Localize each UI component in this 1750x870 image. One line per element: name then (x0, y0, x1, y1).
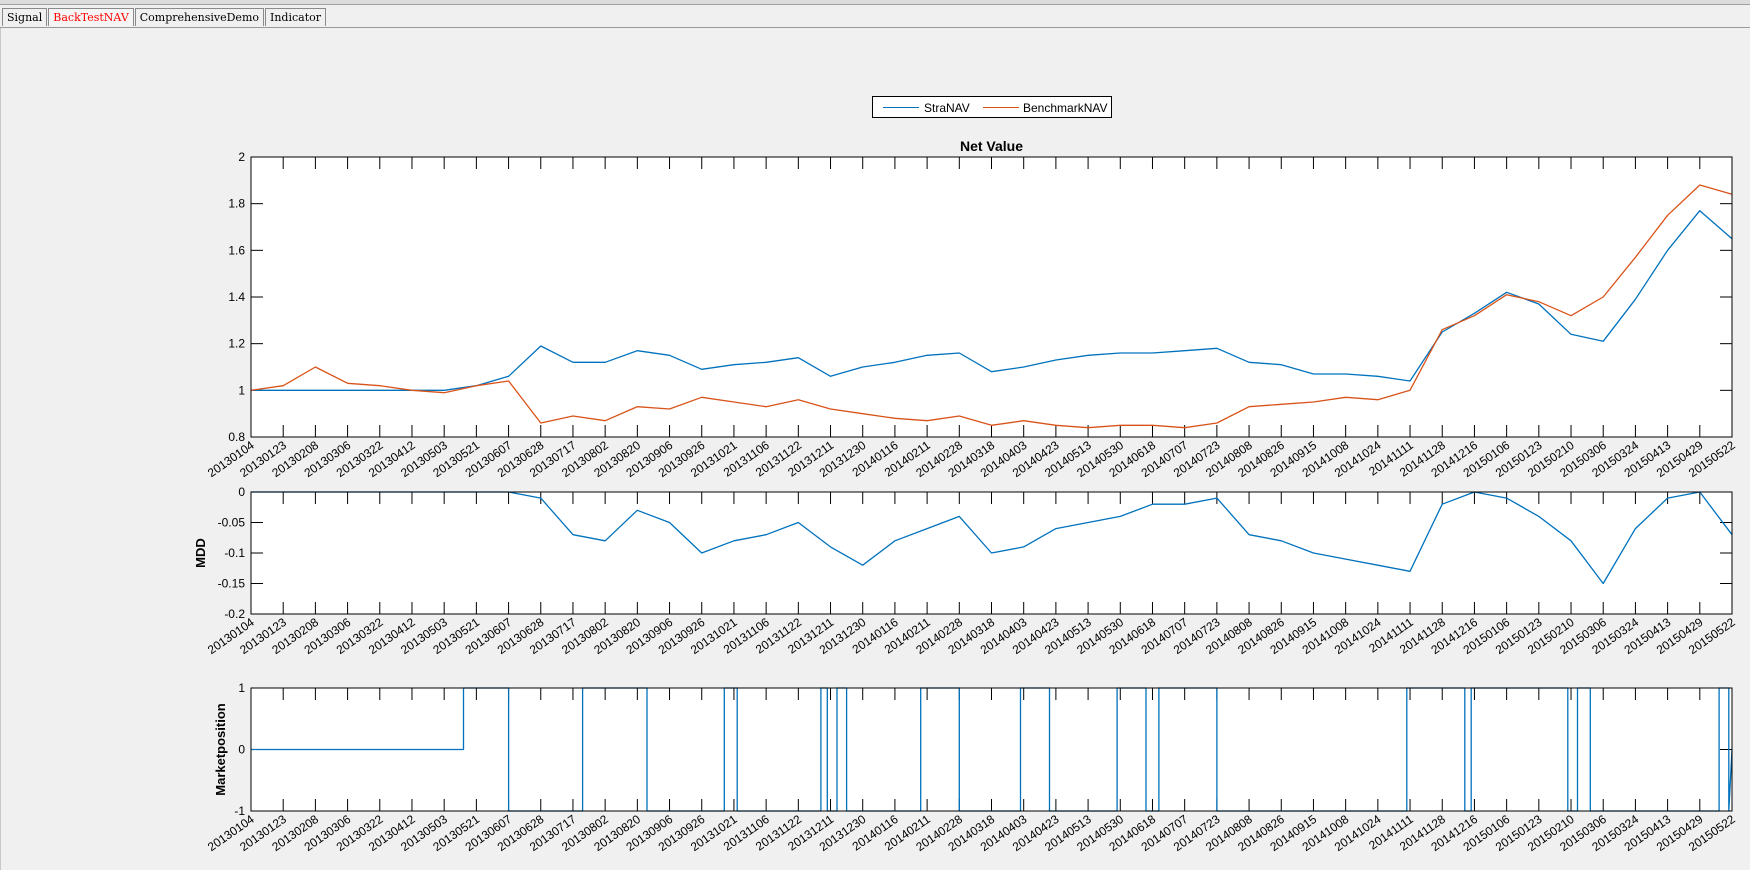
y-tick-label: 1.2 (228, 337, 245, 351)
y-tick-label: -0.2 (224, 607, 245, 621)
y-tick-label: -0.1 (224, 546, 245, 560)
legend-label-benchmarknav: BenchmarkNAV (1023, 101, 1108, 115)
y-tick-label: 0 (238, 743, 245, 757)
y-tick-label: 0 (238, 485, 245, 499)
chart-title: Net Value (960, 138, 1023, 154)
legend-line-stranav (883, 107, 919, 108)
legend-line-benchmarknav (983, 107, 1019, 108)
y-tick-label: 1.6 (228, 243, 245, 257)
y-tick-label: -1 (234, 804, 245, 818)
chart-2: 2013010420130123201302082013030620130322… (193, 485, 1738, 657)
y-tick-label: 2 (238, 150, 245, 164)
plot-area (251, 688, 1732, 811)
y-tick-label: -0.05 (218, 516, 246, 530)
legend-label-stranav: StraNAV (924, 101, 970, 115)
y-tick-label: 1 (238, 681, 245, 695)
y-tick-label: 0.8 (228, 430, 245, 444)
chart-legend: StraNAV BenchmarkNAV (872, 96, 1112, 118)
y-axis-label: Marketposition (213, 703, 228, 796)
chart-1: 2013010420130123201302082013030620130322… (205, 138, 1738, 480)
y-tick-label: 1.8 (228, 197, 245, 211)
plot-area (251, 157, 1732, 437)
y-tick-label: 1.4 (228, 290, 245, 304)
chart-3: 2013010420130123201302082013030620130322… (205, 681, 1738, 854)
charts-canvas: 2013010420130123201302082013030620130322… (193, 138, 1738, 854)
y-tick-label: 1 (238, 383, 245, 397)
y-tick-label: -0.15 (218, 577, 246, 591)
y-axis-label: MDD (193, 538, 208, 568)
